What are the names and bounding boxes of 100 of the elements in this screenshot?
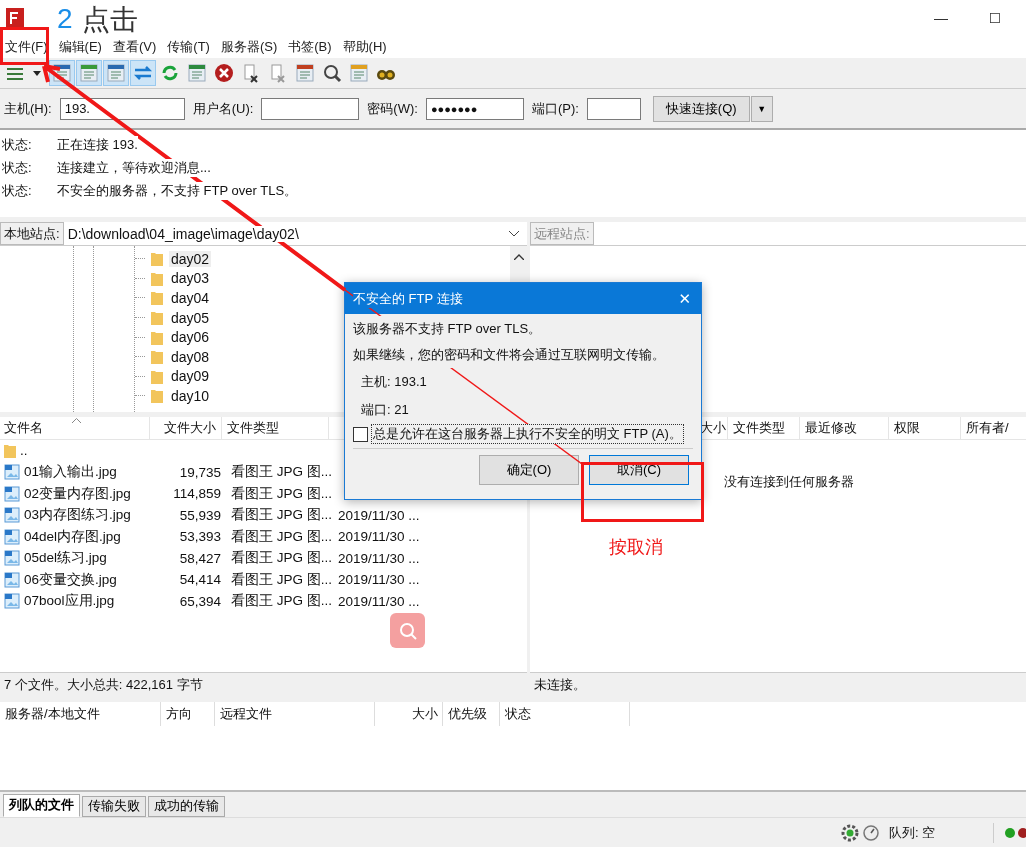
port-field[interactable] — [586, 97, 641, 120]
queue-tab[interactable]: 传输失败 — [82, 796, 146, 817]
column-header[interactable]: 文件名 — [0, 417, 150, 439]
file-size: 53,393 — [178, 529, 222, 545]
file-name[interactable]: 03内存图练习.jpg — [24, 506, 131, 525]
file-size: 19,735 — [178, 464, 222, 480]
scroll-up-icon[interactable] — [513, 254, 524, 260]
host-info: 主机: 193.1 — [360, 373, 428, 391]
remote-site-label: 远程站点: — [530, 222, 594, 245]
queue-status: 队列: 空 — [889, 823, 937, 842]
folder-name[interactable]: day08 — [169, 348, 212, 365]
log-label: 状态: — [1, 135, 33, 154]
file-date: 2019/11/30 ... — [337, 550, 421, 566]
image-file-icon — [4, 528, 20, 545]
file-date: 2019/11/30 ... — [337, 529, 421, 545]
image-file-icon — [4, 485, 20, 502]
file-type: 看图王 JPG 图... — [230, 570, 333, 589]
caret-icon[interactable] — [33, 70, 41, 76]
image-file-icon — [4, 464, 20, 481]
queue-tab[interactable]: 成功的传输 — [148, 796, 225, 817]
column-header[interactable]: 最近修改 — [800, 417, 889, 439]
folder-name[interactable]: day10 — [169, 387, 212, 404]
folder-name[interactable]: day06 — [169, 329, 212, 346]
menu-item[interactable]: 编辑(E) — [53, 38, 108, 56]
image-file-icon — [4, 593, 20, 610]
column-header[interactable]: 文件大小 — [150, 417, 222, 439]
step-number: 2 — [57, 5, 73, 33]
quickconnect-dropdown[interactable]: ▼ — [750, 95, 773, 122]
close-button[interactable]: ✕ — [678, 289, 691, 308]
remote-tool-icon[interactable] — [103, 60, 129, 86]
column-header[interactable]: 权限 — [889, 417, 961, 439]
file-type: 看图王 JPG 图... — [230, 506, 333, 525]
file-type: 看图王 JPG 图... — [230, 549, 333, 568]
file-name[interactable]: 01输入输出.jpg — [24, 463, 117, 482]
ok-button[interactable]: 确定(O) — [479, 455, 579, 485]
queue-tool-icon[interactable] — [130, 60, 156, 86]
checkbox-label[interactable]: 总是允许在这台服务器上执行不安全的明文 FTP (A)。 — [371, 424, 684, 444]
local-site-label: 本地站点: — [0, 222, 64, 245]
file-name[interactable]: 05del练习.jpg — [24, 549, 107, 568]
file-name[interactable]: 02变量内存图.jpg — [24, 484, 131, 503]
folder-name[interactable]: day09 — [169, 368, 212, 385]
menu-item[interactable]: 传输(T) — [162, 38, 216, 56]
folder-name[interactable]: day05 — [169, 309, 212, 326]
folder-name[interactable]: day04 — [169, 290, 212, 306]
step-note: 点击 — [82, 6, 138, 34]
window-control[interactable]: — — [918, 10, 964, 26]
file-date: 2019/11/30 ... — [337, 507, 421, 523]
folder-icon — [151, 270, 163, 286]
image-file-icon — [4, 550, 20, 567]
password-label: 密码(W): — [367, 99, 418, 118]
image-file-icon — [4, 507, 20, 524]
file-size: 54,414 — [178, 572, 222, 588]
annotation-box — [0, 27, 49, 65]
file-type: 看图王 JPG 图... — [230, 463, 333, 482]
folder-name[interactable]: day02 — [169, 250, 212, 267]
file-name[interactable]: .. — [20, 443, 28, 459]
file-name[interactable]: 06变量交换.jpg — [24, 570, 117, 589]
file-name[interactable]: 04del内存图.jpg — [24, 527, 121, 546]
file-date: 2019/11/30 ... — [337, 572, 421, 588]
file-type: 看图王 JPG 图... — [230, 527, 333, 546]
cancel-note: 按取消 — [609, 536, 663, 559]
log-label: 状态: — [1, 181, 33, 200]
file-name[interactable]: 07bool应用.jpg — [24, 592, 115, 611]
column-header[interactable]: 文件类型 — [728, 417, 800, 439]
folder-icon — [151, 310, 163, 326]
username-field[interactable] — [261, 97, 360, 120]
queue-tab[interactable]: 列队的文件 — [3, 794, 80, 817]
folder-name[interactable]: day03 — [169, 270, 212, 287]
file-size: 58,427 — [178, 550, 222, 566]
gauge-icon — [863, 824, 879, 841]
menu-item[interactable]: 查看(V) — [107, 38, 163, 56]
port-info: 端口: 21 — [360, 401, 410, 419]
local-tool-icon[interactable] — [76, 60, 102, 86]
password-field[interactable]: ●●●●●●● — [425, 97, 524, 120]
file-size: 55,939 — [178, 507, 222, 523]
column-header[interactable]: 文件类型 — [222, 417, 329, 439]
folder-icon — [151, 329, 163, 345]
file-date: 2019/11/30 ... — [337, 593, 421, 609]
folder-icon — [151, 251, 163, 267]
checkbox[interactable] — [353, 426, 368, 442]
quickconnect-button[interactable]: 快速连接(Q) — [652, 95, 750, 122]
folder-icon — [4, 443, 16, 459]
menu-item[interactable]: 书签(B) — [283, 38, 338, 56]
empty-message: 没有连接到任何服务器 — [724, 474, 854, 489]
port-label: 端口(P): — [531, 99, 579, 118]
menu-item[interactable]: 帮助(H) — [337, 38, 393, 56]
folder-icon — [151, 349, 163, 365]
log-label: 状态: — [1, 158, 33, 177]
log-message: 连接建立，等待欢迎消息... — [57, 158, 211, 177]
column-header[interactable]: 所有者/ — [961, 417, 1021, 439]
folder-icon — [151, 290, 163, 306]
host-field[interactable]: 193. — [59, 97, 185, 120]
status-lights-drawing — [1004, 826, 1026, 839]
dialog-title: 不安全的 FTP 连接 — [353, 289, 463, 308]
host-label: 主机(H): — [4, 99, 52, 118]
menu-item[interactable]: 服务器(S) — [215, 38, 284, 56]
dropdown-icon[interactable] — [509, 230, 519, 237]
window-control[interactable]: ☐ — [972, 10, 1018, 26]
folder-icon — [151, 368, 163, 384]
file-type: 看图王 JPG 图... — [230, 592, 333, 611]
